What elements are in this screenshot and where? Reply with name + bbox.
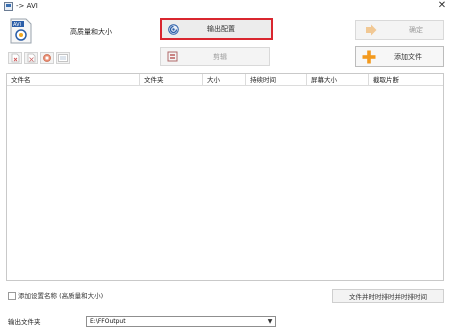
remove-file-icon[interactable]: [8, 52, 22, 64]
add-file-label: 添加文件: [394, 52, 422, 61]
table-header: 文件名 文件夹 大小 持续时间 屏幕大小 截取片断: [7, 74, 443, 86]
format-preset-label: 高质量和大小: [70, 28, 112, 36]
confirm-arrow-icon: [366, 24, 377, 36]
edit-label: 剪辑: [213, 52, 227, 61]
column-header-clip[interactable]: 截取片断: [369, 74, 443, 86]
edit-button[interactable]: 剪辑: [160, 47, 270, 66]
output-config-button[interactable]: 输出配置: [160, 18, 273, 40]
play-preview-icon[interactable]: [56, 52, 70, 64]
clear-list-icon[interactable]: [24, 52, 38, 64]
plus-icon: [362, 50, 376, 64]
window-title: -> AVI: [16, 2, 38, 10]
column-header-size[interactable]: 大小: [203, 74, 246, 86]
clip-edit-icon: [167, 51, 178, 62]
app-icon: [4, 2, 13, 11]
output-config-label: 输出配置: [207, 25, 235, 33]
column-header-screen-size[interactable]: 屏幕大小: [307, 74, 369, 86]
chevron-down-icon[interactable]: ▼: [266, 318, 274, 326]
output-folder-label: 输出文件夹: [8, 318, 41, 326]
stop-icon[interactable]: [40, 52, 54, 64]
avi-file-icon: AVI: [10, 18, 32, 44]
title-bar: [0, 0, 450, 13]
column-header-duration[interactable]: 持续时间: [246, 74, 307, 86]
ok-label: 确定: [409, 26, 423, 34]
output-folder-dropdown[interactable]: E:\FFOutput ▼: [86, 316, 276, 327]
column-header-filename[interactable]: 文件名: [7, 74, 140, 86]
settings-icon: [168, 24, 179, 35]
merge-files-button[interactable]: 文件并时时排时并时排时间: [332, 289, 444, 303]
add-file-button[interactable]: 添加文件: [355, 46, 444, 67]
file-list-table[interactable]: 文件名 文件夹 大小 持续时间 屏幕大小 截取片断: [6, 73, 444, 281]
add-setting-name-label: 添加设置名称 (高质量和大小): [18, 292, 104, 300]
ok-button[interactable]: 确定: [355, 20, 444, 40]
svg-text:AVI: AVI: [13, 22, 21, 28]
close-icon[interactable]: ✕: [436, 0, 448, 12]
output-folder-value: E:\FFOutput: [90, 318, 126, 325]
column-header-folder[interactable]: 文件夹: [140, 74, 203, 86]
add-setting-name-checkbox[interactable]: [8, 292, 16, 300]
